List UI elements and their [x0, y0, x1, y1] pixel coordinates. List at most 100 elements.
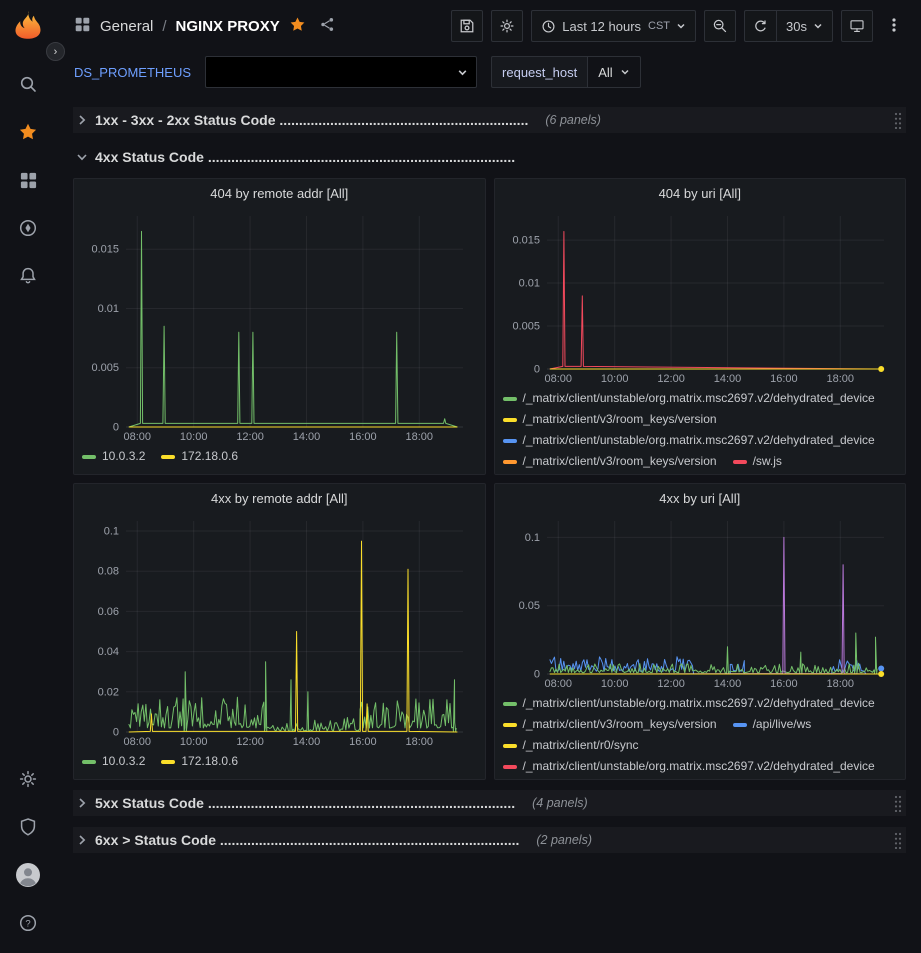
legend-item[interactable]: /api/live/ws: [733, 715, 812, 734]
cycle-view-mode-button[interactable]: [841, 10, 873, 42]
legend-label: 10.0.3.2: [102, 447, 145, 466]
svg-text:0: 0: [533, 364, 539, 376]
row-header-6xx[interactable]: 6xx > Status Code ......................…: [73, 827, 906, 853]
legend-item[interactable]: /_matrix/client/v3/room_keys/version: [503, 410, 717, 429]
svg-text:0.015: 0.015: [91, 244, 119, 256]
legend-item[interactable]: /_matrix/client/v3/room_keys/version: [503, 715, 717, 734]
settings-gear-icon[interactable]: [8, 755, 48, 803]
svg-text:18:00: 18:00: [406, 431, 434, 443]
panel-chart[interactable]: 08:0010:0012:0014:0016:0018:0000.0050.01…: [503, 208, 898, 386]
datasource-select[interactable]: [205, 56, 477, 88]
time-range-label: Last 12 hours: [562, 19, 641, 34]
svg-text:08:00: 08:00: [544, 373, 572, 385]
zoom-out-button[interactable]: [704, 10, 736, 42]
legend-item[interactable]: /_matrix/client/v3/room_keys/version: [503, 452, 717, 471]
topbar-actions: Last 12 hours CST: [451, 10, 907, 42]
share-icon[interactable]: [319, 16, 336, 36]
row-title: 4xx Status Code ........................…: [95, 149, 515, 165]
sidebar-expand-button[interactable]: ›: [46, 42, 65, 61]
svg-text:14:00: 14:00: [713, 678, 741, 690]
panel-chart[interactable]: 08:0010:0012:0014:0016:0018:0000.020.040…: [82, 513, 477, 749]
favorite-star-icon[interactable]: [289, 16, 306, 36]
svg-text:0.005: 0.005: [512, 321, 540, 333]
legend-item[interactable]: /_matrix/client/unstable/org.matrix.msc2…: [503, 389, 875, 408]
drag-handle-icon[interactable]: [893, 831, 903, 849]
legend-label: /_matrix/client/unstable/org.matrix.msc2…: [523, 757, 875, 776]
alerting-bell-icon[interactable]: [8, 252, 48, 300]
profile-avatar[interactable]: [8, 851, 48, 899]
svg-text:12:00: 12:00: [657, 678, 685, 690]
legend-item[interactable]: 10.0.3.2: [82, 752, 145, 771]
save-dashboard-button[interactable]: [451, 10, 483, 42]
svg-text:0.08: 0.08: [98, 566, 119, 578]
help-icon[interactable]: ?: [8, 899, 48, 947]
panel-title[interactable]: 404 by remote addr [All]: [82, 179, 477, 208]
legend-item[interactable]: 172.18.0.6: [161, 447, 238, 466]
caret-down-icon: [457, 67, 468, 78]
svg-text:0: 0: [533, 669, 539, 681]
svg-text:10:00: 10:00: [600, 373, 628, 385]
dashboard-title[interactable]: NGINX PROXY: [176, 18, 280, 35]
panel-chart[interactable]: 08:0010:0012:0014:0016:0018:0000.0050.01…: [82, 208, 477, 444]
legend-swatch: [82, 760, 96, 764]
legend-item[interactable]: /_matrix/client/unstable/org.matrix.msc2…: [503, 757, 875, 776]
refresh-interval-label: 30s: [786, 19, 807, 34]
dashboards-grid-icon[interactable]: [8, 156, 48, 204]
row-header-5xx[interactable]: 5xx Status Code ........................…: [73, 790, 906, 816]
svg-text:14:00: 14:00: [713, 373, 741, 385]
svg-text:16:00: 16:00: [770, 678, 798, 690]
datasource-variable-label[interactable]: DS_PROMETHEUS: [74, 65, 191, 80]
caret-down-icon: [620, 67, 630, 77]
refresh-button[interactable]: [744, 10, 776, 42]
legend-item[interactable]: 172.18.0.6: [161, 752, 238, 771]
svg-text:0.04: 0.04: [98, 646, 119, 658]
legend-item[interactable]: 10.0.3.2: [82, 447, 145, 466]
drag-handle-icon[interactable]: [893, 794, 903, 812]
legend-item[interactable]: /_matrix/client/unstable/org.matrix.msc2…: [503, 694, 875, 713]
drag-handle-icon[interactable]: [893, 111, 903, 129]
sidebar: ? ›: [0, 0, 56, 953]
dashboard-canvas: 1xx - 3xx - 2xx Status Code ............…: [56, 98, 921, 953]
request-host-select[interactable]: All: [587, 56, 640, 88]
svg-text:08:00: 08:00: [124, 431, 152, 443]
panel-title[interactable]: 4xx by uri [All]: [503, 484, 898, 513]
admin-shield-icon[interactable]: [8, 803, 48, 851]
svg-text:0.02: 0.02: [98, 686, 119, 698]
legend-swatch: [503, 702, 517, 706]
grafana-logo-icon[interactable]: [9, 6, 47, 46]
explore-compass-icon[interactable]: [8, 204, 48, 252]
svg-text:16:00: 16:00: [349, 736, 377, 748]
breadcrumb: General / NGINX PROXY: [74, 16, 336, 36]
chevron-down-icon: [76, 151, 88, 163]
variables-row: DS_PROMETHEUS request_host All: [56, 52, 921, 98]
search-icon[interactable]: [8, 60, 48, 108]
refresh-interval-dropdown[interactable]: 30s: [776, 10, 833, 42]
panel-title[interactable]: 4xx by remote addr [All]: [82, 484, 477, 513]
legend-item[interactable]: /_matrix/client/r0/sync: [503, 736, 639, 755]
caret-down-icon: [676, 21, 686, 31]
legend-item[interactable]: /sw.js: [733, 452, 782, 471]
breadcrumb-separator: /: [162, 18, 166, 35]
svg-text:0.1: 0.1: [104, 526, 119, 538]
svg-text:0: 0: [113, 422, 119, 434]
panel-404-by-uri: 404 by uri [All] 08:0010:0012:0014:0016:…: [494, 178, 907, 475]
row-header-4xx[interactable]: 4xx Status Code ........................…: [73, 144, 906, 170]
row-header-1xx[interactable]: 1xx - 3xx - 2xx Status Code ............…: [73, 107, 906, 133]
row-title: 6xx > Status Code ......................…: [95, 832, 519, 848]
legend-label: 10.0.3.2: [102, 752, 145, 771]
legend-item[interactable]: /_matrix/client/unstable/org.matrix.msc2…: [503, 431, 875, 450]
legend-swatch: [503, 744, 517, 748]
panel-title[interactable]: 404 by uri [All]: [503, 179, 898, 208]
panel-chart[interactable]: 08:0010:0012:0014:0016:0018:0000.050.1: [503, 513, 898, 691]
svg-text:0.05: 0.05: [518, 600, 539, 612]
starred-dashboards-icon[interactable]: [8, 108, 48, 156]
kebab-menu-icon[interactable]: [881, 16, 907, 37]
svg-text:18:00: 18:00: [406, 736, 434, 748]
svg-text:0.01: 0.01: [98, 303, 119, 315]
chevron-right-icon: [76, 114, 88, 126]
row-title: 1xx - 3xx - 2xx Status Code ............…: [95, 112, 528, 128]
time-range-picker[interactable]: Last 12 hours CST: [531, 10, 696, 42]
dashboard-settings-button[interactable]: [491, 10, 523, 42]
legend-swatch: [82, 455, 96, 459]
breadcrumb-folder[interactable]: General: [100, 18, 153, 35]
